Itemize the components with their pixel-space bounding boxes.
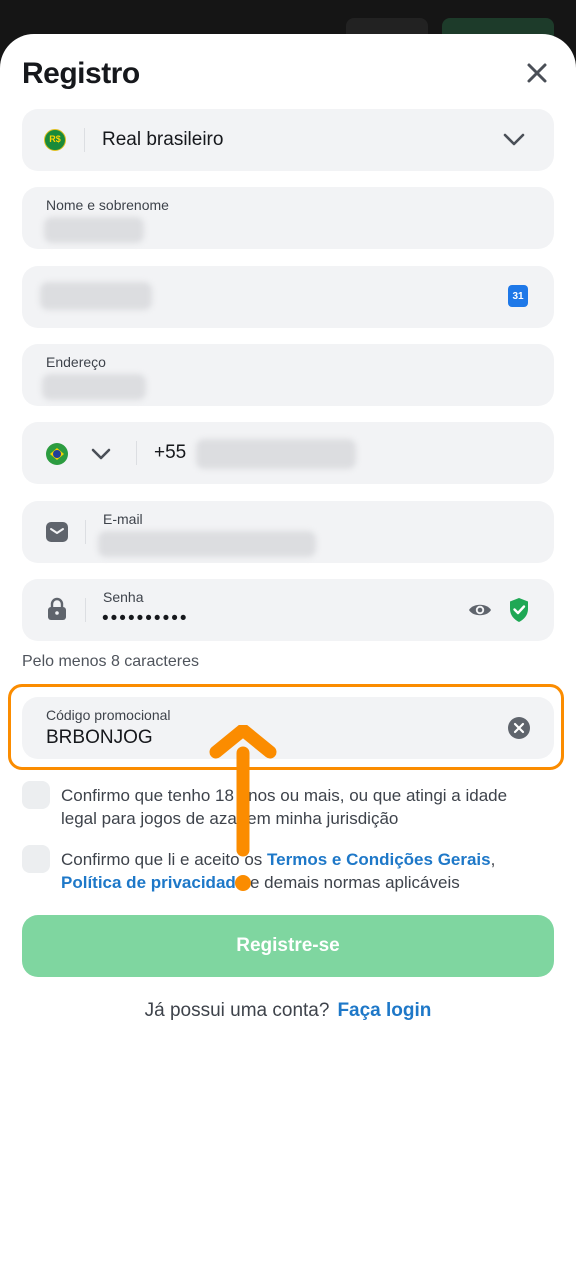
address-field[interactable]: Endereço bbox=[22, 344, 554, 406]
calendar-day: 31 bbox=[512, 291, 524, 302]
birthdate-value-blurred bbox=[40, 282, 152, 310]
email-value-blurred bbox=[98, 531, 316, 557]
currency-symbol: R$ bbox=[49, 134, 61, 144]
currency-label: Real brasileiro bbox=[102, 129, 224, 150]
terms-comma: , bbox=[490, 850, 496, 869]
up-arrow-annotation bbox=[209, 725, 277, 891]
separator bbox=[84, 128, 85, 152]
age-confirm-checkbox[interactable] bbox=[22, 781, 50, 809]
login-prompt-text: Já possui uma conta? bbox=[144, 1000, 330, 1021]
phone-country-code: +55 bbox=[154, 442, 187, 463]
country-chevron-down-icon[interactable] bbox=[90, 444, 112, 464]
password-label: Senha bbox=[103, 589, 144, 605]
phone-value-blurred bbox=[196, 439, 356, 469]
email-label: E-mail bbox=[103, 511, 143, 527]
eye-icon[interactable] bbox=[467, 598, 493, 622]
currency-select[interactable]: R$ Real brasileiro bbox=[22, 109, 554, 171]
login-prompt: Já possui uma conta? Faça login bbox=[0, 1000, 576, 1022]
terms-text: Confirmo que li e aceito os Termos e Con… bbox=[61, 848, 531, 894]
register-button[interactable]: Registre-se bbox=[22, 915, 554, 977]
birthdate-field[interactable]: 31 bbox=[22, 266, 554, 328]
currency-flag-icon: R$ bbox=[44, 129, 66, 151]
terms-link[interactable]: Termos e Condições Gerais bbox=[267, 850, 491, 869]
separator bbox=[85, 598, 86, 622]
terms-checkbox[interactable] bbox=[22, 845, 50, 873]
password-value: •••••••••• bbox=[102, 608, 189, 629]
chevron-down-icon bbox=[503, 133, 525, 146]
shield-check-icon bbox=[510, 598, 528, 622]
address-label: Endereço bbox=[46, 354, 106, 370]
name-value-blurred bbox=[44, 217, 144, 243]
address-value-blurred bbox=[42, 374, 146, 400]
brazil-flag-icon bbox=[46, 443, 68, 465]
email-field[interactable]: E-mail bbox=[22, 501, 554, 563]
lock-icon bbox=[48, 597, 66, 620]
page-title: Registro bbox=[22, 57, 140, 90]
calendar-icon[interactable]: 31 bbox=[508, 285, 528, 307]
mail-icon bbox=[46, 522, 68, 542]
separator bbox=[136, 441, 137, 465]
password-field[interactable]: Senha •••••••••• bbox=[22, 579, 554, 641]
phone-field[interactable]: +55 bbox=[22, 422, 554, 484]
separator bbox=[85, 520, 86, 544]
close-icon[interactable] bbox=[522, 58, 552, 88]
name-label: Nome e sobrenome bbox=[46, 197, 169, 213]
password-hint: Pelo menos 8 caracteres bbox=[22, 653, 199, 670]
name-field[interactable]: Nome e sobrenome bbox=[22, 187, 554, 249]
login-link[interactable]: Faça login bbox=[337, 1000, 431, 1021]
age-confirm-text: Confirmo que tenho 18 anos ou mais, ou q… bbox=[61, 786, 508, 828]
